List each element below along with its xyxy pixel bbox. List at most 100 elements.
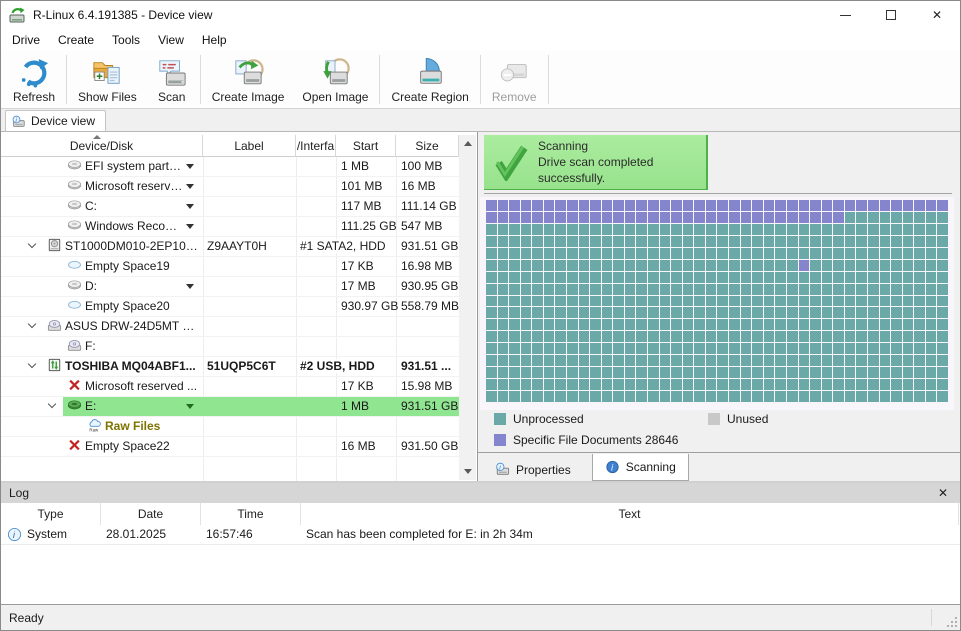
log-column-time[interactable]: Time xyxy=(201,503,301,525)
scan-block xyxy=(822,391,833,402)
log-column-date[interactable]: Date xyxy=(101,503,201,525)
dropdown-arrow-icon[interactable] xyxy=(186,404,194,424)
menu-item-help[interactable]: Help xyxy=(193,30,236,50)
device-row[interactable]: TOSHIBA MQ04ABF1...51UQP5C6T#2 USB, HDD9… xyxy=(1,357,459,377)
scan-block xyxy=(498,331,509,342)
device-row[interactable]: F: xyxy=(1,337,459,357)
device-row[interactable]: Microsoft reserved ...17 KB15.98 MB xyxy=(1,377,459,397)
log-close-icon[interactable]: ✕ xyxy=(934,486,952,500)
scan-block xyxy=(903,296,914,307)
device-row[interactable]: D:17 MB930.95 GB xyxy=(1,277,459,297)
refresh-button[interactable]: Refresh xyxy=(4,51,64,108)
device-row[interactable]: E:1 MB931.51 GB xyxy=(1,397,459,417)
scan-block xyxy=(486,331,497,342)
create-image-button[interactable]: Create Image xyxy=(203,51,294,108)
resize-grip[interactable] xyxy=(947,617,957,627)
column-header-start[interactable]: Start xyxy=(336,135,396,157)
close-button[interactable]: ✕ xyxy=(914,1,960,29)
scan-block xyxy=(660,319,671,330)
dropdown-arrow-icon[interactable] xyxy=(186,284,194,304)
menu-item-drive[interactable]: Drive xyxy=(3,30,49,50)
menu-item-view[interactable]: View xyxy=(149,30,193,50)
scan-block xyxy=(498,224,509,235)
dropdown-arrow-icon[interactable] xyxy=(186,184,194,204)
device-size: 931.51 GB xyxy=(401,237,459,257)
column-header-size[interactable]: Size xyxy=(396,135,459,157)
scan-block xyxy=(845,296,856,307)
scan-block xyxy=(555,296,566,307)
device-row[interactable]: ST1000DM010-2EP102 ...Z9AAYT0H#1 SATA2, … xyxy=(1,237,459,257)
scan-block xyxy=(694,379,705,390)
log-time: 16:57:46 xyxy=(206,525,253,545)
log-entry[interactable]: iSystem28.01.202516:57:46Scan has been c… xyxy=(1,525,960,545)
scan-block xyxy=(602,343,613,354)
remove-button[interactable]: Remove xyxy=(483,51,546,108)
scan-block xyxy=(833,212,844,223)
hdd-icon xyxy=(47,237,62,257)
device-label xyxy=(207,177,295,197)
create-region-button[interactable]: Create Region xyxy=(382,51,477,108)
device-row[interactable]: EFI system partition1 MB100 MB xyxy=(1,157,459,177)
scan-block xyxy=(683,296,694,307)
scan-block xyxy=(579,343,590,354)
device-row[interactable]: Empty Space2216 MB931.50 GB xyxy=(1,437,459,457)
device-row[interactable]: Empty Space20930.97 GB558.79 MB xyxy=(1,297,459,317)
scan-block xyxy=(683,391,694,402)
expander-icon[interactable] xyxy=(29,362,39,382)
tab-scanning[interactable]: iScanning xyxy=(592,454,689,481)
scan-block xyxy=(683,212,694,223)
toolbar-button-label: Create Image xyxy=(212,90,285,104)
scan-block xyxy=(810,319,821,330)
scan-block xyxy=(868,212,879,223)
column-header-label[interactable]: Label xyxy=(203,135,296,157)
toolbar-button-label: Open Image xyxy=(302,90,368,104)
expander-icon[interactable] xyxy=(29,322,39,342)
expander-icon[interactable] xyxy=(29,242,39,262)
dropdown-arrow-icon[interactable] xyxy=(186,164,194,184)
menu-item-tools[interactable]: Tools xyxy=(103,30,149,50)
scan-block xyxy=(579,355,590,366)
column-header-interfa[interactable]: /Interfa xyxy=(296,135,336,157)
device-row[interactable]: C:117 MB111.14 GB xyxy=(1,197,459,217)
device-row[interactable]: ASUS DRW-24D5MT 1.00 xyxy=(1,317,459,337)
scan-panel: Scanning Drive scan completed successful… xyxy=(478,132,960,481)
column-header-devicedisk[interactable]: Device/Disk xyxy=(1,135,203,157)
scan-block xyxy=(903,379,914,390)
open-image-button[interactable]: Open Image xyxy=(293,51,377,108)
scan-block xyxy=(926,260,937,271)
device-row[interactable]: Windows Recovery ...111.25 GB547 MB xyxy=(1,217,459,237)
scan-block xyxy=(926,236,937,247)
device-row[interactable]: Empty Space1917 KB16.98 MB xyxy=(1,257,459,277)
scan-tabbar: iProperties iScanning xyxy=(478,453,960,481)
device-size: 931.50 GB xyxy=(401,437,459,457)
scan-block xyxy=(613,260,624,271)
tab-device-view[interactable]: i Device view xyxy=(5,110,106,131)
maximize-button[interactable] xyxy=(868,1,914,29)
scan-block xyxy=(937,296,948,307)
menu-item-create[interactable]: Create xyxy=(49,30,103,50)
scan-block xyxy=(926,355,937,366)
scroll-down-icon[interactable] xyxy=(459,463,476,480)
tree-scrollbar[interactable] xyxy=(459,135,476,480)
scan-block xyxy=(602,367,613,378)
scan-block xyxy=(602,355,613,366)
expander-icon[interactable] xyxy=(49,402,59,422)
scan-button[interactable]: Scan xyxy=(146,51,198,108)
scroll-up-icon[interactable] xyxy=(459,135,476,152)
tab-properties[interactable]: iProperties xyxy=(483,458,583,481)
cd-icon xyxy=(67,337,82,357)
minimize-button[interactable] xyxy=(822,1,868,29)
scan-block xyxy=(660,200,671,211)
device-tree-panel: Device/DiskLabel/InterfaStartSize EFI sy… xyxy=(1,132,478,481)
scan-block xyxy=(741,236,752,247)
device-row[interactable]: RawRaw Files xyxy=(1,417,459,437)
log-column-type[interactable]: Type xyxy=(1,503,101,525)
scan-block xyxy=(764,391,775,402)
dropdown-arrow-icon[interactable] xyxy=(186,204,194,224)
show-files-button[interactable]: Show Files xyxy=(69,51,146,108)
view-tabstrip: i Device view xyxy=(1,109,960,131)
scan-block xyxy=(914,319,925,330)
device-row[interactable]: Microsoft reserved ...101 MB16 MB xyxy=(1,177,459,197)
log-column-text[interactable]: Text xyxy=(301,503,959,525)
scan-block xyxy=(660,307,671,318)
